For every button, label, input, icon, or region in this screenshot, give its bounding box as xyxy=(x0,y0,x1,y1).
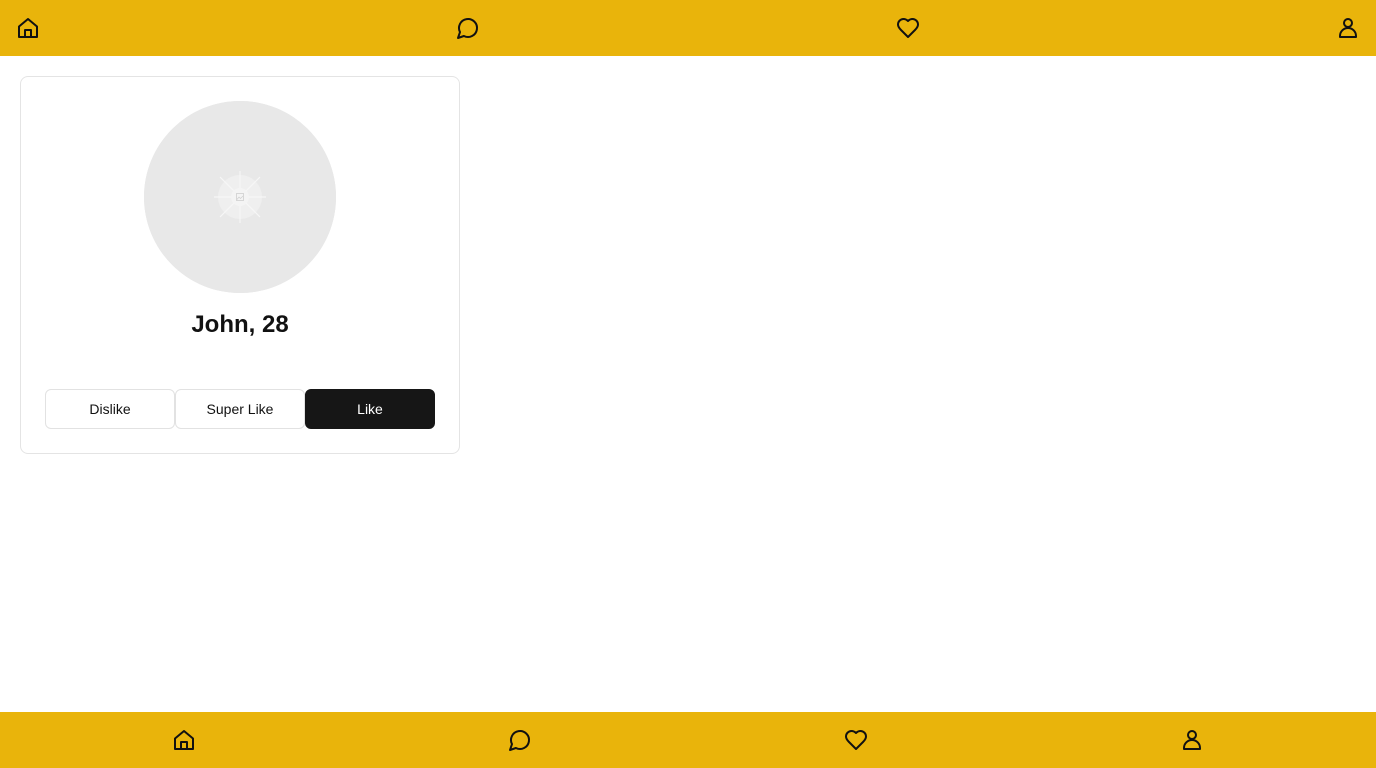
home-icon[interactable] xyxy=(172,728,196,752)
dislike-button[interactable]: Dislike xyxy=(45,389,175,429)
profile-avatar xyxy=(144,101,336,293)
user-icon[interactable] xyxy=(1180,728,1204,752)
heart-icon[interactable] xyxy=(844,728,868,752)
top-nav-heart-cell xyxy=(896,16,1336,40)
super-like-button[interactable]: Super Like xyxy=(175,389,305,429)
profile-actions: Dislike Super Like Like xyxy=(45,389,435,429)
top-nav-home-cell xyxy=(16,16,456,40)
top-nav-user-cell xyxy=(1336,16,1360,40)
chat-icon[interactable] xyxy=(508,728,532,752)
user-icon[interactable] xyxy=(1336,16,1360,40)
top-nav-chat-cell xyxy=(456,16,896,40)
heart-icon[interactable] xyxy=(896,16,920,40)
like-button[interactable]: Like xyxy=(305,389,435,429)
top-nav-bar xyxy=(0,0,1376,56)
profile-card: John, 28 Dislike Super Like Like xyxy=(20,76,460,454)
profile-name-age: John, 28 xyxy=(191,311,289,338)
chat-icon[interactable] xyxy=(456,16,480,40)
home-icon[interactable] xyxy=(16,16,40,40)
bottom-nav-bar xyxy=(0,712,1376,768)
image-placeholder-icon xyxy=(144,101,336,293)
